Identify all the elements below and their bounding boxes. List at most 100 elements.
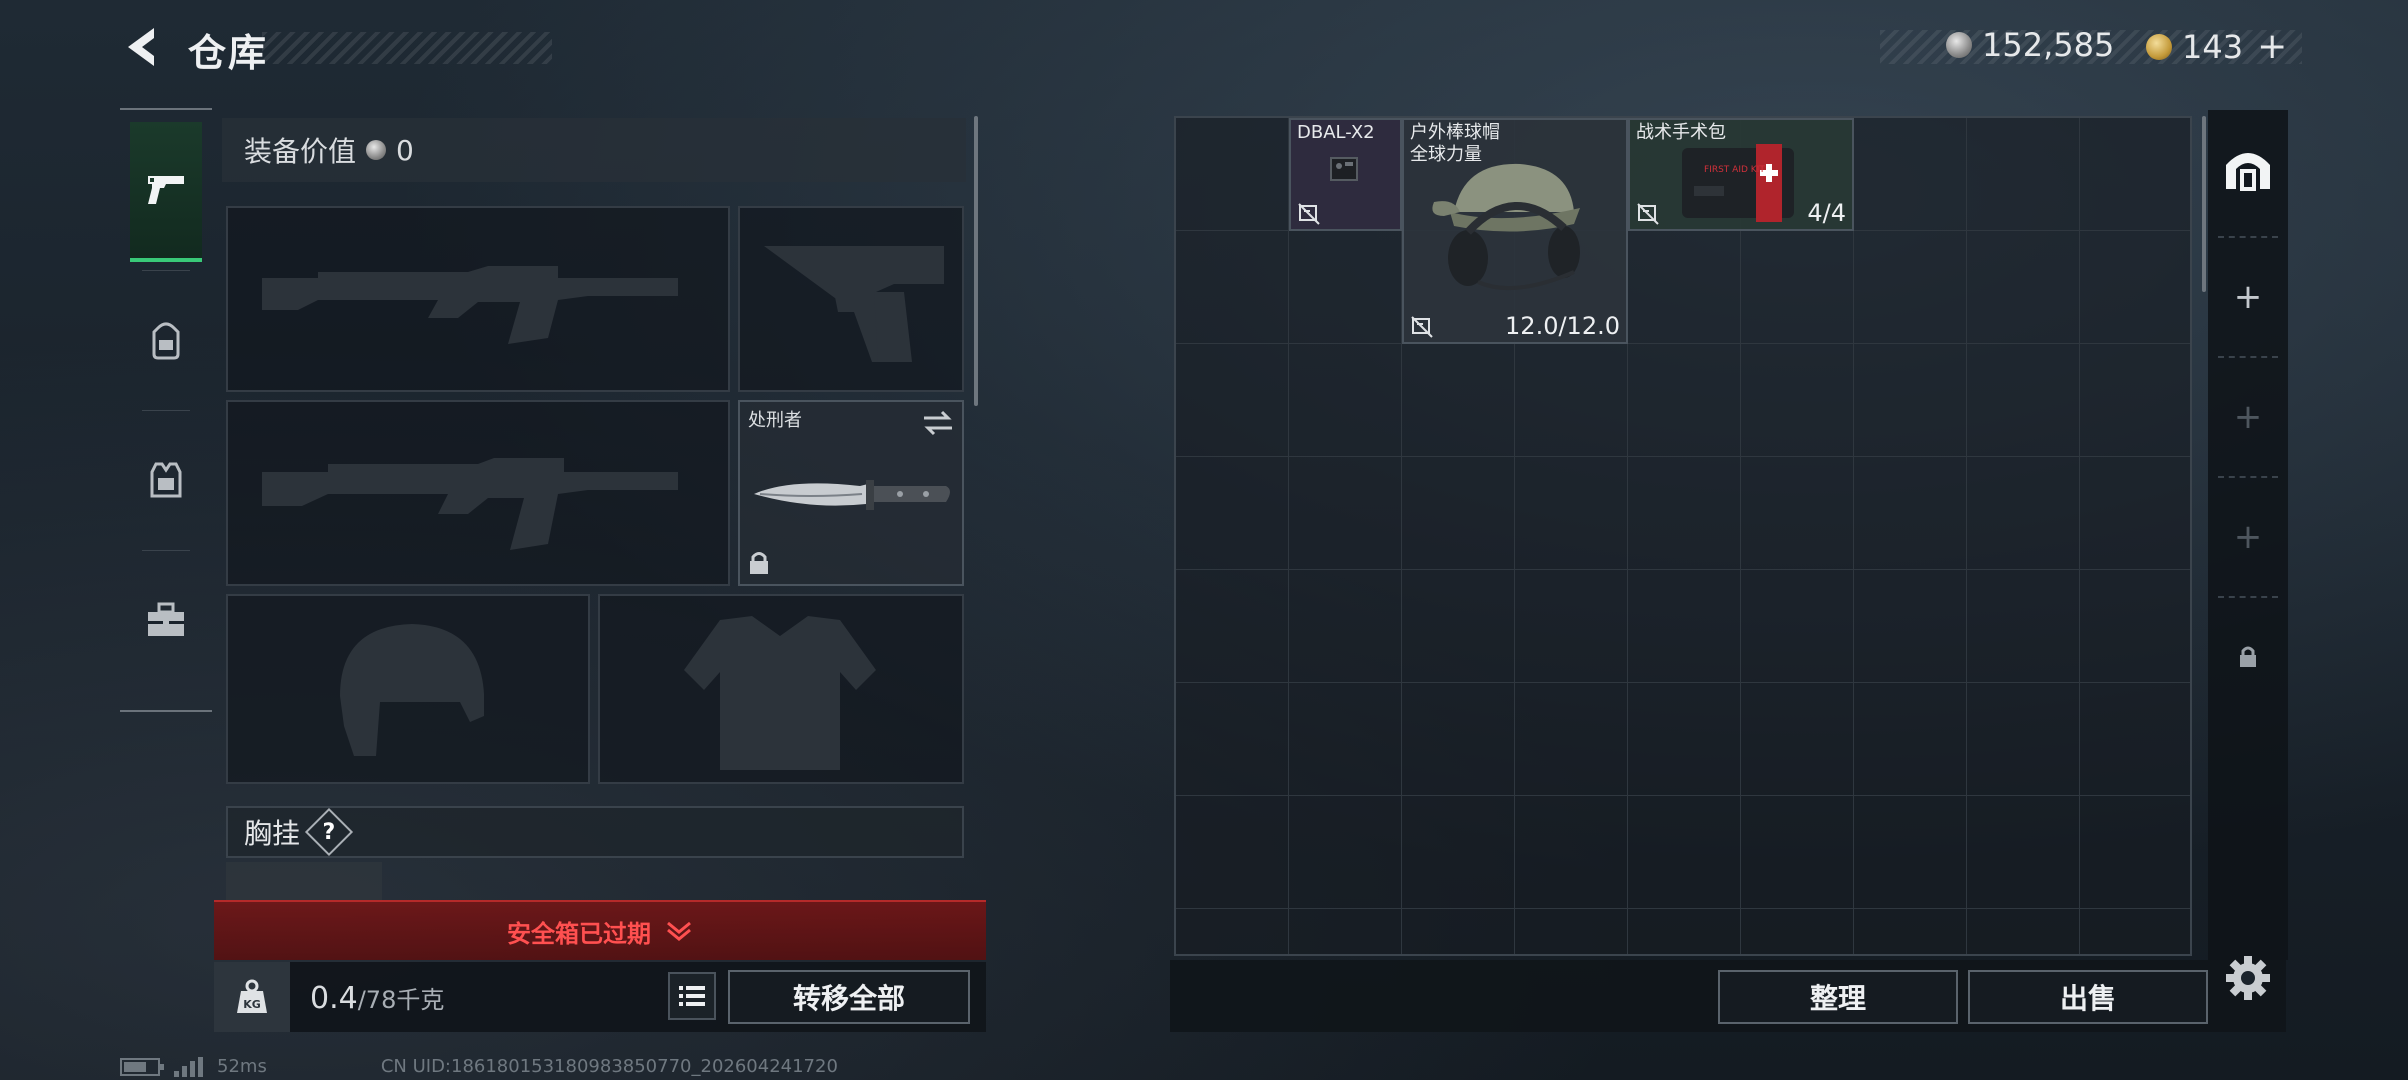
stash-item[interactable]: DBAL-X2 — [1289, 118, 1402, 231]
stash-cell[interactable] — [2080, 457, 2190, 570]
stash-cell[interactable] — [1854, 118, 1967, 231]
stash-cell[interactable] — [2080, 796, 2190, 909]
stash-cell[interactable] — [2080, 344, 2190, 457]
stash-cell[interactable] — [1176, 344, 1289, 457]
list-view-button[interactable] — [668, 972, 716, 1020]
stash-cell[interactable] — [1176, 909, 1289, 954]
stash-cell[interactable] — [2080, 118, 2190, 231]
stash-scrollbar[interactable] — [2202, 116, 2206, 292]
stash-cell[interactable] — [1402, 344, 1515, 457]
stash-cell[interactable] — [1176, 570, 1289, 683]
stash-cell[interactable] — [1741, 796, 1854, 909]
stash-cell[interactable] — [1854, 796, 1967, 909]
stash-cell[interactable] — [1741, 570, 1854, 683]
stash-cell[interactable] — [2080, 909, 2190, 954]
swap-icon[interactable] — [922, 410, 954, 436]
stash-cell[interactable] — [1854, 909, 1967, 954]
stash-cell[interactable] — [1515, 683, 1628, 796]
melee-slot[interactable]: 处刑者 — [738, 400, 964, 586]
stash-cell[interactable] — [1741, 683, 1854, 796]
stash-cell[interactable] — [1289, 570, 1402, 683]
secondary-weapon-slot[interactable] — [226, 400, 730, 586]
stash-cell[interactable] — [1289, 909, 1402, 954]
stash-cell[interactable] — [1515, 909, 1628, 954]
equipment-scrollbar[interactable] — [974, 116, 978, 406]
stash-cell[interactable] — [1289, 231, 1402, 344]
stash-cell[interactable] — [1967, 457, 2080, 570]
back-button[interactable] — [118, 22, 168, 72]
stash-cell[interactable] — [1741, 231, 1854, 344]
stash-cell[interactable] — [1628, 796, 1741, 909]
armor-slot[interactable] — [598, 594, 964, 784]
stash-cell[interactable] — [1515, 344, 1628, 457]
stash-cell[interactable] — [1854, 457, 1967, 570]
stash-cell[interactable] — [1741, 909, 1854, 954]
stash-cell[interactable] — [1402, 683, 1515, 796]
stash-cell[interactable] — [1628, 231, 1741, 344]
stash-cell[interactable] — [1289, 344, 1402, 457]
stash-cell[interactable] — [1967, 796, 2080, 909]
stash-cell[interactable] — [1515, 457, 1628, 570]
nav-backpack[interactable] — [130, 270, 202, 410]
stash-cell[interactable] — [1515, 570, 1628, 683]
stash-cell[interactable] — [2080, 683, 2190, 796]
stash-cell[interactable] — [1741, 344, 1854, 457]
safebox-expired-banner[interactable]: 安全箱已过期 — [214, 900, 986, 960]
chest-rig-slot[interactable] — [226, 862, 382, 904]
add-stash-page-3[interactable]: + — [2208, 478, 2288, 596]
stash-cell[interactable] — [1402, 457, 1515, 570]
stash-cell[interactable] — [1854, 570, 1967, 683]
stash-cell[interactable] — [1854, 231, 1967, 344]
stash-cell[interactable] — [1854, 683, 1967, 796]
stash-cell[interactable] — [1854, 344, 1967, 457]
stash-cell[interactable] — [1628, 909, 1741, 954]
stash-cell[interactable] — [1741, 457, 1854, 570]
nav-vest[interactable] — [130, 410, 202, 550]
stash-cell[interactable] — [1402, 796, 1515, 909]
primary-weapon-slot[interactable] — [226, 206, 730, 392]
stash-cell[interactable] — [1289, 796, 1402, 909]
stash-item[interactable]: 户外棒球帽 全球力量 12.0/12.0 — [1402, 118, 1628, 344]
stash-cell[interactable] — [1967, 344, 2080, 457]
stash-cell[interactable] — [1176, 457, 1289, 570]
stash-cell[interactable] — [1176, 118, 1289, 231]
stash-cell[interactable] — [1289, 683, 1402, 796]
stash-cell[interactable] — [1967, 118, 2080, 231]
add-stash-page-1[interactable]: + — [2208, 238, 2288, 356]
stash-cell[interactable] — [2080, 231, 2190, 344]
stash-cell[interactable] — [1402, 570, 1515, 683]
stash-grid[interactable]: DBAL-X2 户外棒球帽 全球力量 12.0/12.0 FIRST AID KIT 战… — [1174, 116, 2192, 956]
stash-cell[interactable] — [1967, 570, 2080, 683]
settings-gear-icon[interactable] — [2222, 952, 2274, 1004]
stash-cell[interactable] — [1515, 796, 1628, 909]
stash-cell[interactable] — [2080, 570, 2190, 683]
stash-cell[interactable] — [1628, 683, 1741, 796]
sidearm-slot[interactable] — [738, 206, 964, 392]
stash-page-main[interactable] — [2208, 110, 2288, 228]
stash-cell[interactable] — [1289, 457, 1402, 570]
organize-button[interactable]: 整理 — [1718, 970, 1958, 1024]
stash-cell[interactable] — [1967, 231, 2080, 344]
locked-stash-page[interactable] — [2208, 598, 2288, 716]
gold-currency[interactable]: 143 + — [2146, 26, 2287, 67]
stash-cell[interactable] — [1628, 570, 1741, 683]
stash-cell[interactable] — [1628, 344, 1741, 457]
nav-weapons[interactable] — [130, 122, 202, 262]
nav-toolbox[interactable] — [130, 550, 202, 690]
stash-cell[interactable] — [1967, 909, 2080, 954]
stash-cell[interactable] — [1628, 457, 1741, 570]
stash-cell[interactable] — [1402, 909, 1515, 954]
help-button[interactable]: ? — [304, 807, 354, 857]
toolbox-icon — [148, 602, 184, 636]
stash-cell[interactable] — [1967, 683, 2080, 796]
stash-cell[interactable] — [1176, 231, 1289, 344]
stash-cell[interactable] — [1176, 683, 1289, 796]
add-stash-page-2[interactable]: + — [2208, 358, 2288, 476]
sell-button[interactable]: 出售 — [1968, 970, 2208, 1024]
add-currency-button[interactable]: + — [2257, 26, 2287, 67]
stash-cell[interactable] — [1176, 796, 1289, 909]
warehouse-icon — [2226, 153, 2270, 191]
helmet-slot[interactable] — [226, 594, 590, 784]
stash-item[interactable]: FIRST AID KIT 战术手术包 4/4 — [1628, 118, 1854, 231]
transfer-all-button[interactable]: 转移全部 — [728, 970, 970, 1024]
